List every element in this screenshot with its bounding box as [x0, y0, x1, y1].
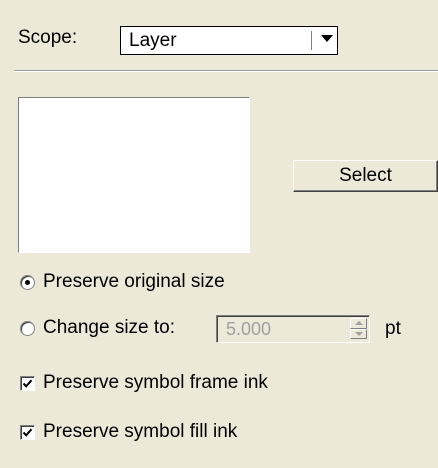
size-spinner[interactable]	[350, 318, 367, 339]
scope-dropdown[interactable]: Layer	[120, 26, 338, 55]
preserve-frame-ink-label: Preserve symbol frame ink	[43, 372, 268, 393]
scope-dropdown-value: Layer	[129, 30, 177, 51]
size-input[interactable]: 5.000	[216, 315, 370, 343]
preserve-frame-ink-checkbox[interactable]	[20, 375, 35, 391]
preserve-fill-ink-label: Preserve symbol fill ink	[43, 421, 238, 442]
section-separator	[14, 70, 438, 72]
preserve-fill-ink-option[interactable]: Preserve symbol fill ink	[20, 420, 237, 444]
preserve-original-size-option[interactable]: Preserve original size	[20, 270, 225, 294]
preserve-frame-ink-option[interactable]: Preserve symbol frame ink	[20, 371, 268, 395]
spinner-up-button[interactable]	[350, 318, 367, 329]
spinner-down-button[interactable]	[350, 328, 367, 339]
spinner-up-icon	[355, 321, 363, 325]
preserve-fill-ink-checkbox[interactable]	[20, 424, 35, 440]
select-button[interactable]: Select	[293, 160, 438, 192]
preserve-original-size-radio[interactable]	[20, 274, 35, 290]
dropdown-arrow-icon[interactable]	[321, 35, 333, 42]
size-unit-label: pt	[385, 318, 401, 339]
change-size-radio[interactable]	[20, 320, 35, 336]
size-input-value: 5.000	[226, 319, 272, 339]
preserve-original-size-label: Preserve original size	[43, 271, 225, 292]
checkmark-icon	[22, 428, 33, 437]
spinner-down-icon	[355, 331, 363, 336]
scope-label: Scope:	[18, 27, 78, 48]
change-size-option[interactable]: Change size to:	[20, 316, 175, 340]
symbol-preview-box	[18, 97, 250, 253]
change-size-label: Change size to:	[43, 317, 176, 338]
dropdown-divider	[311, 31, 312, 50]
checkmark-icon	[22, 379, 33, 388]
